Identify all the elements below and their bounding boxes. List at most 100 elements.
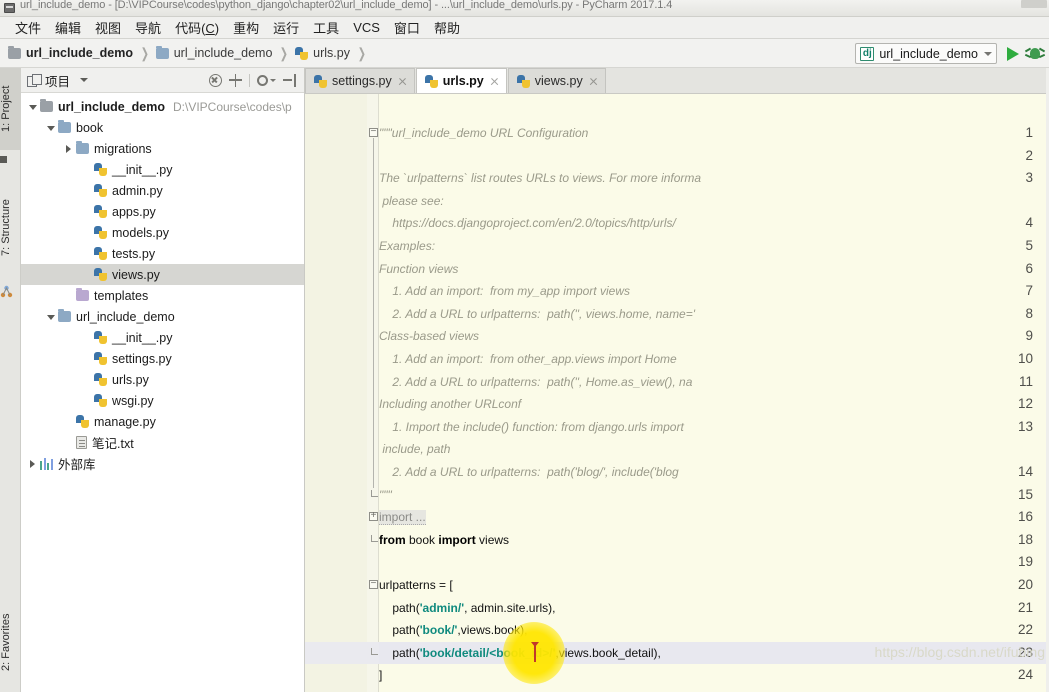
code-line[interactable]: urlpatterns = [: [379, 574, 453, 597]
menu-item-4[interactable]: 代码(C): [168, 17, 226, 38]
chevron-down-icon[interactable]: [984, 51, 992, 56]
tree-row[interactable]: settings.py: [21, 348, 304, 369]
code-line[interactable]: 1. Add an import: from other_app.views i…: [379, 348, 676, 371]
code-line[interactable]: """: [379, 484, 392, 507]
editor-tab-urls-py[interactable]: urls.py: [415, 68, 507, 93]
menu-item-1[interactable]: 编辑: [48, 17, 88, 38]
project-window-icon: [27, 74, 42, 87]
close-icon[interactable]: [398, 77, 407, 86]
chevron-right-icon[interactable]: [63, 143, 75, 155]
editor-tab-settings-py[interactable]: settings.py: [305, 68, 415, 93]
fold-region-end-icon[interactable]: [371, 647, 378, 655]
code-line[interactable]: """url_include_demo URL Configuration: [379, 122, 588, 145]
menu-item-5[interactable]: 重构: [226, 17, 266, 38]
code-line[interactable]: 1. Import the include() function: from d…: [379, 416, 683, 439]
chevron-down-icon[interactable]: [80, 78, 89, 82]
debug-button[interactable]: [1024, 46, 1046, 61]
minimize-icon[interactable]: [1021, 0, 1047, 8]
tree-row[interactable]: __init__.py: [21, 327, 304, 348]
tool-tab-project[interactable]: 1: Project: [0, 68, 21, 150]
code-line[interactable]: The `urlpatterns` list routes URLs to vi…: [379, 167, 701, 190]
menu-item-6[interactable]: 运行: [266, 17, 306, 38]
menu-item-7[interactable]: 工具: [306, 17, 346, 38]
tree-row[interactable]: apps.py: [21, 201, 304, 222]
tree-row[interactable]: 外部库: [21, 453, 304, 474]
tree-row[interactable]: tests.py: [21, 243, 304, 264]
line-number: 24: [1017, 667, 1033, 683]
line-number: 12: [1017, 396, 1033, 412]
breadcrumb-item-2[interactable]: urls.py: [295, 46, 350, 60]
tree-row[interactable]: models.py: [21, 222, 304, 243]
code-line[interactable]: https://docs.djangoproject.com/en/2.0/to…: [379, 212, 676, 235]
code-token-docstr: 2. Add a URL to urlpatterns: path('', vi…: [379, 306, 696, 321]
menu-item-2[interactable]: 视图: [88, 17, 128, 38]
line-number: 21: [1017, 599, 1033, 615]
chevron-down-icon[interactable]: [45, 311, 57, 323]
tree-row[interactable]: templates: [21, 285, 304, 306]
code-line[interactable]: 2. Add a URL to urlpatterns: path('', vi…: [379, 303, 695, 326]
tree-row[interactable]: views.py: [21, 264, 304, 285]
chevron-right-icon[interactable]: [27, 458, 39, 470]
chevron-down-icon[interactable]: [27, 101, 39, 113]
line-number: 8: [1025, 305, 1033, 321]
fold-collapse-docstring-icon[interactable]: −: [369, 128, 378, 138]
menu-item-9[interactable]: 窗口: [387, 17, 427, 38]
fold-expand-import-icon[interactable]: +: [369, 512, 378, 522]
settings-gear-button[interactable]: [257, 74, 276, 86]
tree-row[interactable]: urls.py: [21, 369, 304, 390]
code-editor[interactable]: 1 """url_include_demo URL Configuration 2 3…: [305, 94, 1049, 692]
code-token-plain: path(: [379, 623, 420, 638]
tree-row[interactable]: admin.py: [21, 180, 304, 201]
tree-row[interactable]: url_include_demo: [21, 306, 304, 327]
tree-row[interactable]: __init__.py: [21, 159, 304, 180]
tree-row[interactable]: 笔记.txt: [21, 432, 304, 453]
tool-tab-structure[interactable]: 7: Structure: [0, 180, 21, 276]
tree-row[interactable]: migrations: [21, 138, 304, 159]
project-panel-header: 项目: [21, 68, 304, 93]
code-line[interactable]: path('admin/', admin.site.urls),: [379, 597, 555, 620]
tool-tab-favorites[interactable]: 2: Favorites: [0, 594, 21, 690]
breadcrumb-item-1[interactable]: url_include_demo: [155, 45, 272, 60]
python-file-icon: [94, 373, 107, 386]
tree-row[interactable]: url_include_demo D:\VIPCourse\codes\p: [21, 96, 304, 117]
tree-row[interactable]: book: [21, 117, 304, 138]
menu-item-0[interactable]: 文件: [8, 17, 48, 38]
code-line[interactable]: include, path: [379, 438, 450, 461]
hide-panel-icon[interactable]: [283, 73, 296, 87]
collapse-all-icon[interactable]: [209, 73, 222, 87]
code-line[interactable]: path('book/',views.book),: [379, 619, 527, 642]
code-line[interactable]: please see:: [379, 190, 443, 213]
close-icon[interactable]: [490, 77, 499, 86]
fold-region-marker-icon[interactable]: [371, 534, 378, 542]
menu-item-10[interactable]: 帮助: [427, 17, 467, 38]
run-configuration-selector[interactable]: dj url_include_demo: [855, 43, 997, 64]
close-icon[interactable]: [589, 77, 598, 86]
code-line[interactable]: from book import views: [379, 529, 509, 552]
code-line[interactable]: Function views: [379, 258, 458, 281]
menu-item-3[interactable]: 导航: [128, 17, 168, 38]
tree-row[interactable]: wsgi.py: [21, 390, 304, 411]
code-line[interactable]: Class-based views: [379, 325, 479, 348]
code-line[interactable]: 2. Add a URL to urlpatterns: path('blog/…: [379, 461, 678, 484]
fold-collapse-urlpatterns-icon[interactable]: −: [369, 580, 378, 590]
editor-tab-views-py[interactable]: views.py: [507, 68, 606, 93]
fold-region-end-icon[interactable]: [371, 489, 378, 497]
code-line[interactable]: ]: [379, 664, 382, 687]
code-line[interactable]: 1. Add an import: from my_app import vie…: [379, 280, 630, 303]
run-button[interactable]: [1007, 47, 1019, 61]
breadcrumb-item-0[interactable]: url_include_demo: [8, 45, 133, 60]
code-line[interactable]: Including another URLconf: [379, 393, 521, 416]
line-number: 20: [1017, 577, 1033, 592]
locate-target-icon[interactable]: [229, 73, 242, 87]
window-controls[interactable]: [1021, 0, 1047, 8]
code-line[interactable]: 2. Add a URL to urlpatterns: path('', Ho…: [379, 371, 692, 394]
code-line[interactable]: Examples:: [379, 235, 435, 258]
breadcrumb-separator-icon: ❯: [280, 44, 289, 61]
menu-item-8[interactable]: VCS: [346, 19, 387, 36]
code-line[interactable]: import ...: [379, 506, 426, 529]
chevron-down-icon[interactable]: [45, 122, 57, 134]
tree-row[interactable]: manage.py: [21, 411, 304, 432]
code-line[interactable]: path('book/detail/<book_id>/',views.book…: [379, 642, 660, 665]
